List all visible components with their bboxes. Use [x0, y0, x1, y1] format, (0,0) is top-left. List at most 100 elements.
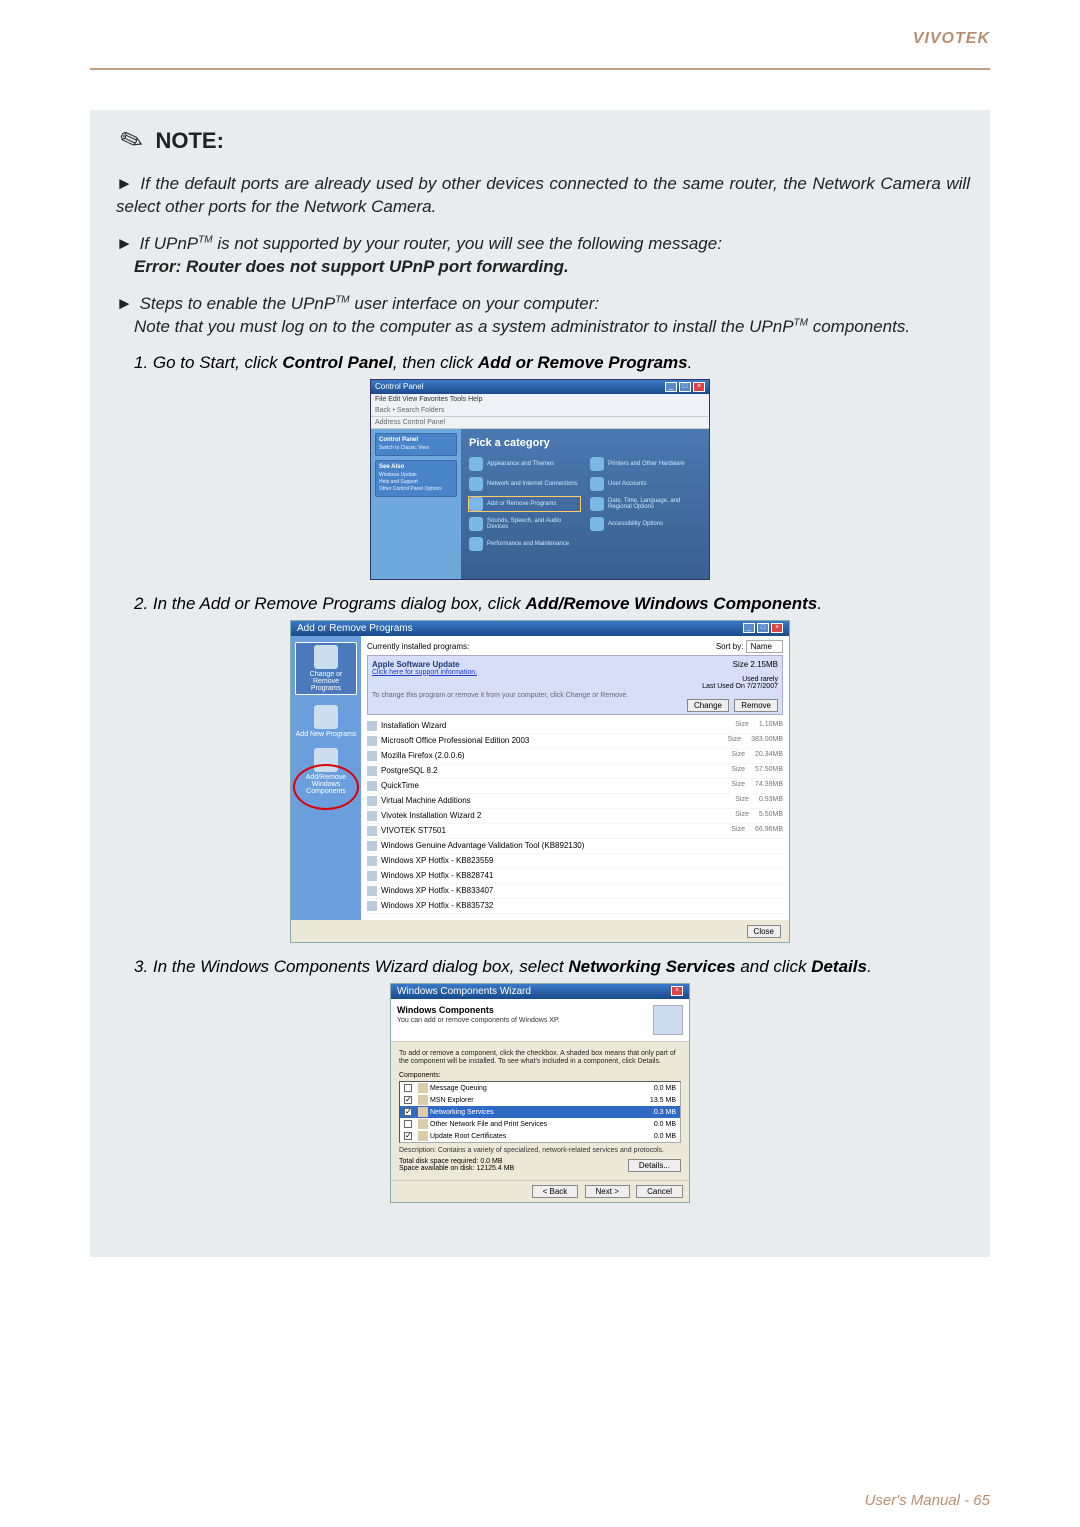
- arp-change-remove[interactable]: Change or Remove Programs: [295, 642, 357, 695]
- cp-category[interactable]: Appearance and Themes: [469, 457, 580, 471]
- program-name: Virtual Machine Additions: [381, 796, 471, 805]
- checkbox[interactable]: [404, 1096, 412, 1104]
- minimize-icon[interactable]: _: [743, 623, 755, 633]
- minimize-icon[interactable]: _: [665, 382, 677, 392]
- component-size: 13.5 MB: [650, 1097, 676, 1104]
- wcw-instructions: To add or remove a component, click the …: [399, 1050, 681, 1067]
- note-container: ✎ NOTE: ► If the default ports are alrea…: [90, 110, 990, 1257]
- header-divider: [90, 68, 990, 70]
- change-remove-icon: [314, 645, 338, 669]
- arp-title: Add or Remove Programs: [297, 623, 413, 634]
- arp-program-row[interactable]: Windows XP Hotfix - KB835732: [367, 899, 783, 914]
- arp-program-list: Installation WizardSize1.10MBMicrosoft O…: [367, 719, 783, 914]
- cp-category[interactable]: Printers and Other Hardware: [590, 457, 701, 471]
- close-icon[interactable]: ×: [671, 986, 683, 996]
- arp-selected-name: Apple Software Update: [372, 660, 460, 669]
- cp-see-also-item[interactable]: Other Control Panel Options: [379, 486, 453, 492]
- add-remove-programs-screenshot: Add or Remove Programs _ □ × Change or R…: [290, 620, 790, 943]
- arp-main: Currently installed programs: Sort by: N…: [361, 636, 789, 920]
- category-icon: [469, 517, 483, 531]
- cp-category[interactable]: Sounds, Speech, and Audio Devices: [469, 517, 580, 531]
- windows-components-icon: [314, 748, 338, 772]
- cp-category[interactable]: Network and Internet Connections: [469, 477, 580, 491]
- arp-support-link[interactable]: Click here for support information.: [372, 669, 778, 676]
- cp-see-also-item[interactable]: Help and Support: [379, 479, 453, 485]
- checkbox[interactable]: [404, 1132, 412, 1140]
- program-name: Windows Genuine Advantage Validation Too…: [381, 841, 584, 850]
- component-size: 0.0 MB: [654, 1121, 676, 1128]
- program-icon: [367, 871, 377, 881]
- pencil-icon: ✎: [115, 121, 148, 160]
- size-label: Size: [735, 796, 749, 806]
- step-2: 2. In the Add or Remove Programs dialog …: [134, 594, 970, 614]
- arp-program-row[interactable]: Microsoft Office Professional Edition 20…: [367, 734, 783, 749]
- program-icon: [367, 736, 377, 746]
- arp-program-row[interactable]: Mozilla Firefox (2.0.0.6)Size20.34MB: [367, 749, 783, 764]
- cp-menubar[interactable]: File Edit View Favorites Tools Help: [371, 394, 709, 405]
- change-button[interactable]: Change: [687, 699, 729, 712]
- component-size: 0.0 MB: [654, 1085, 676, 1092]
- next-button[interactable]: Next >: [585, 1185, 630, 1198]
- close-icon[interactable]: ×: [693, 382, 705, 392]
- cancel-button[interactable]: Cancel: [636, 1185, 683, 1198]
- cp-category[interactable]: Date, Time, Language, and Regional Optio…: [590, 497, 701, 511]
- arp-program-row[interactable]: Vivotek Installation Wizard 2Size5.50MB: [367, 809, 783, 824]
- size-label: Size: [731, 751, 745, 761]
- arp-program-row[interactable]: Windows Genuine Advantage Validation Too…: [367, 839, 783, 854]
- arp-program-row[interactable]: Virtual Machine AdditionsSize0.93MB: [367, 794, 783, 809]
- arp-sort-select[interactable]: Name: [746, 640, 783, 653]
- size-value: 66.96MB: [755, 826, 783, 836]
- wcw-components-list[interactable]: Message Queuing0.0 MBMSN Explorer13.5 MB…: [399, 1081, 681, 1143]
- back-button[interactable]: < Back: [532, 1185, 579, 1198]
- checkbox[interactable]: [404, 1084, 412, 1092]
- arp-add-new[interactable]: Add New Programs: [295, 705, 357, 738]
- maximize-icon[interactable]: □: [757, 623, 769, 633]
- cp-toolbar[interactable]: Back • Search Folders: [371, 405, 709, 417]
- cp-category[interactable]: Accessibility Options: [590, 517, 701, 531]
- arp-program-row[interactable]: VIVOTEK ST7501Size66.96MB: [367, 824, 783, 839]
- component-name: Networking Services: [430, 1109, 494, 1116]
- size-value: 1.10MB: [759, 721, 783, 731]
- program-icon: [367, 841, 377, 851]
- windows-components-wizard-screenshot: Windows Components Wizard × Windows Comp…: [390, 983, 690, 1204]
- category-icon: [469, 477, 483, 491]
- category-icon: [469, 497, 483, 511]
- cp-switch-view[interactable]: Switch to Classic View: [379, 445, 453, 451]
- cp-category[interactable]: User Accounts: [590, 477, 701, 491]
- cp-address[interactable]: Address Control Panel: [371, 417, 709, 429]
- cp-category[interactable]: Performance and Maintenance: [469, 537, 580, 551]
- arp-add-windows-components[interactable]: Add/Remove Windows Components: [295, 748, 357, 795]
- size-label: Size: [731, 781, 745, 791]
- wcw-component-item[interactable]: Networking Services0.3 MB: [400, 1106, 680, 1118]
- checkbox[interactable]: [404, 1108, 412, 1116]
- program-icon: [367, 796, 377, 806]
- wcw-component-item[interactable]: Update Root Certificates0.0 MB: [400, 1130, 680, 1142]
- arp-program-row[interactable]: Windows XP Hotfix - KB823559: [367, 854, 783, 869]
- close-button[interactable]: Close: [747, 925, 781, 938]
- program-icon: [367, 811, 377, 821]
- add-new-icon: [314, 705, 338, 729]
- arp-program-row[interactable]: Windows XP Hotfix - KB833407: [367, 884, 783, 899]
- program-name: Windows XP Hotfix - KB835732: [381, 901, 493, 910]
- arp-sort-label: Sort by:: [716, 642, 744, 651]
- step-3: 3. In the Windows Components Wizard dial…: [134, 957, 970, 977]
- program-name: PostgreSQL 8.2: [381, 766, 438, 775]
- arp-program-row[interactable]: Installation WizardSize1.10MB: [367, 719, 783, 734]
- wcw-component-item[interactable]: MSN Explorer13.5 MB: [400, 1094, 680, 1106]
- arp-program-row[interactable]: Windows XP Hotfix - KB828741: [367, 869, 783, 884]
- wcw-component-item[interactable]: Other Network File and Print Services0.0…: [400, 1118, 680, 1130]
- arp-program-row[interactable]: QuickTimeSize74.39MB: [367, 779, 783, 794]
- program-name: Windows XP Hotfix - KB833407: [381, 886, 493, 895]
- category-icon: [590, 457, 604, 471]
- checkbox[interactable]: [404, 1120, 412, 1128]
- maximize-icon[interactable]: □: [679, 382, 691, 392]
- details-button[interactable]: Details...: [628, 1159, 681, 1172]
- arp-program-row[interactable]: PostgreSQL 8.2Size57.50MB: [367, 764, 783, 779]
- arp-selected-program[interactable]: Apple Software Update Size 2.15MB Click …: [367, 655, 783, 715]
- wcw-component-item[interactable]: Message Queuing0.0 MB: [400, 1082, 680, 1094]
- remove-button[interactable]: Remove: [734, 699, 778, 712]
- window-controls: _ □ ×: [665, 382, 705, 392]
- cp-see-also-item[interactable]: Windows Update: [379, 472, 453, 478]
- cp-category-add-remove[interactable]: Add or Remove Programs: [469, 497, 580, 511]
- close-icon[interactable]: ×: [771, 623, 783, 633]
